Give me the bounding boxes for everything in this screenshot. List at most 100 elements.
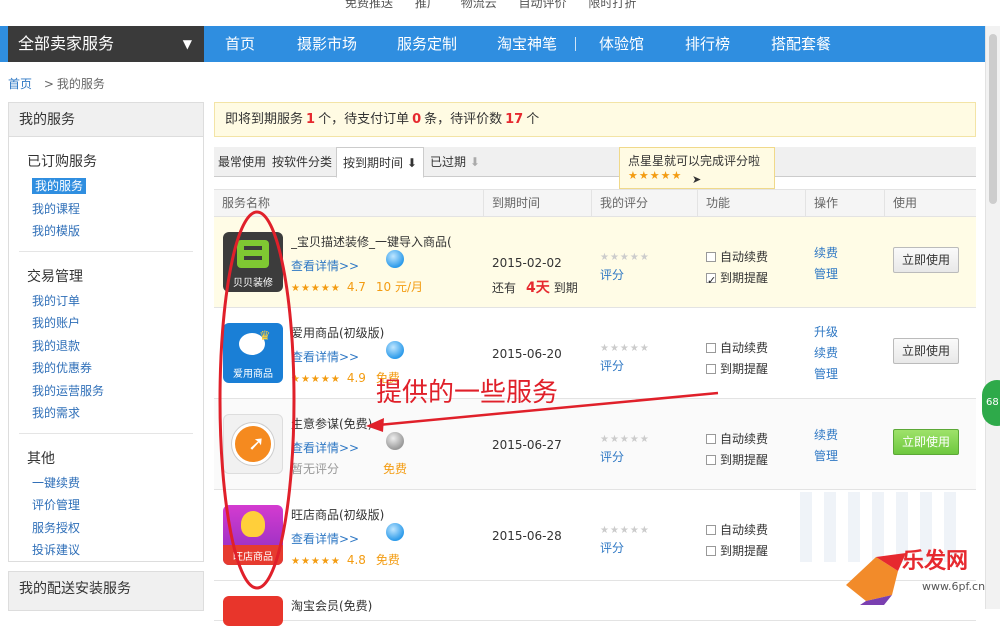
nav-home[interactable]: 首页 xyxy=(225,26,255,62)
nav-taobao-brush[interactable]: 淘宝神笔 xyxy=(497,26,557,62)
checkbox-icon[interactable] xyxy=(706,364,716,374)
tab-by-category[interactable]: 按软件分类 xyxy=(272,147,332,177)
breadcrumb-separator: > xyxy=(43,77,54,91)
expiry-reminder-checkbox[interactable]: 到期提醒 xyxy=(706,268,768,291)
sidebar-item-my-orders[interactable]: 我的订单 xyxy=(27,290,203,313)
checkbox-icon[interactable] xyxy=(706,546,716,556)
use-now-button[interactable]: 立即使用 xyxy=(893,247,959,273)
service-price: 免费 xyxy=(375,553,400,567)
nav-experience[interactable]: 体验馆 xyxy=(599,26,644,62)
service-name[interactable]: 爱用商品(初级版) xyxy=(291,324,471,341)
rate-link[interactable]: 评分 xyxy=(600,539,650,556)
expiry-reminder-checkbox[interactable]: 到期提醒 xyxy=(706,541,768,562)
nav-custom-service[interactable]: 服务定制 xyxy=(397,26,457,62)
qq-chat-icon[interactable] xyxy=(386,250,404,268)
my-rating: ★★★★★ 评分 xyxy=(600,340,650,374)
aiyong-logo: ♛ 爱用商品 xyxy=(223,323,283,383)
qq-chat-icon[interactable] xyxy=(386,523,404,541)
checkbox-icon[interactable] xyxy=(706,252,716,262)
my-rating-stars[interactable]: ★★★★★ xyxy=(600,525,650,536)
sidebar-item-reviews[interactable]: 评价管理 xyxy=(27,494,203,517)
view-details-link[interactable]: 查看详情>> xyxy=(291,257,359,274)
rate-link[interactable]: 评分 xyxy=(600,266,650,283)
expiry-reminder-checkbox[interactable]: 到期提醒 xyxy=(706,450,768,471)
service-rating: ★★★★★ 4.7 10 元/月 xyxy=(291,278,423,295)
top-link[interactable]: 限时打折 xyxy=(588,0,636,10)
view-details-link[interactable]: 查看详情>> xyxy=(291,348,359,365)
breadcrumb-home[interactable]: 首页 xyxy=(8,77,32,91)
manage-link[interactable]: 管理 xyxy=(814,446,838,467)
service-name[interactable]: 旺店商品(初级版) xyxy=(291,506,471,523)
side-badge[interactable]: 68 xyxy=(982,380,1000,426)
qq-chat-icon[interactable] xyxy=(386,341,404,359)
nav-photo-market[interactable]: 摄影市场 xyxy=(297,26,357,62)
sidebar-item-my-templates[interactable]: 我的模版 xyxy=(27,220,203,243)
expiring-count: 1 xyxy=(306,112,316,127)
use-now-button[interactable]: 立即使用 xyxy=(893,338,959,364)
watermark-url: www.6pf.cn xyxy=(922,580,986,593)
nav-divider xyxy=(575,37,576,51)
expiry-reminder-checkbox[interactable]: 到期提醒 xyxy=(706,359,768,380)
sidebar-item-complaints[interactable]: 投诉建议 xyxy=(27,539,203,562)
remain-days-count: 4天 xyxy=(526,280,550,296)
sidebar-item-my-operations[interactable]: 我的运营服务 xyxy=(27,380,203,403)
rate-link[interactable]: 评分 xyxy=(600,357,650,374)
view-details-link[interactable]: 查看详情>> xyxy=(291,439,359,456)
checkbox-icon[interactable] xyxy=(706,525,716,535)
column-expiry: 到期时间 xyxy=(483,190,540,217)
tab-by-expiry-label: 按到期时间 xyxy=(343,156,404,170)
top-link[interactable]: 免费推送 xyxy=(345,0,393,10)
service-name[interactable]: _宝贝描述装修_一键导入商品( xyxy=(291,233,471,250)
auto-renew-checkbox[interactable]: 自动续费 xyxy=(706,429,768,450)
auto-renew-checkbox[interactable]: 自动续费 xyxy=(706,520,768,541)
auto-renew-checkbox[interactable]: 自动续费 xyxy=(706,247,768,268)
sidebar-item-my-demands[interactable]: 我的需求 xyxy=(27,402,203,425)
sidebar-item-my-courses[interactable]: 我的课程 xyxy=(27,198,203,221)
wangdian-logo: 旺店商品 xyxy=(223,505,283,565)
renew-link[interactable]: 续费 xyxy=(814,243,838,264)
service-name[interactable]: 淘宝会员(免费) xyxy=(291,597,471,614)
top-link[interactable]: 推广 xyxy=(415,0,439,10)
manage-link[interactable]: 管理 xyxy=(814,264,838,285)
top-link[interactable]: 自动评价 xyxy=(519,0,567,10)
page-scrollbar[interactable] xyxy=(985,26,1000,609)
my-rating-stars[interactable]: ★★★★★ xyxy=(600,434,650,445)
sidebar-item-my-refunds[interactable]: 我的退款 xyxy=(27,335,203,358)
checkbox-icon[interactable] xyxy=(706,343,716,353)
service-name[interactable]: 生意参谋(免费) xyxy=(291,415,471,432)
tab-most-used[interactable]: 最常使用 xyxy=(218,147,266,177)
sidebar-item-my-account[interactable]: 我的账户 xyxy=(27,312,203,335)
nav-ranking[interactable]: 排行榜 xyxy=(685,26,730,62)
upgrade-link[interactable]: 升级 xyxy=(814,322,838,343)
checkbox-checked-icon[interactable] xyxy=(706,270,716,291)
rate-link[interactable]: 评分 xyxy=(600,448,650,465)
rating-stars: ★★★★★ xyxy=(291,556,341,567)
view-details-link[interactable]: 查看详情>> xyxy=(291,530,359,547)
qq-chat-offline-icon[interactable] xyxy=(386,432,404,450)
function-options: 自动续费 到期提醒 xyxy=(706,338,768,380)
tab-by-expiry[interactable]: 按到期时间 ⬇ xyxy=(336,147,424,178)
my-rating-stars[interactable]: ★★★★★ xyxy=(600,252,650,263)
tab-expired[interactable]: 已过期 ⬇ xyxy=(430,147,480,177)
all-sellers-dropdown[interactable]: 全部卖家服务 ▼ xyxy=(8,26,204,62)
nav-bundles[interactable]: 搭配套餐 xyxy=(771,26,831,62)
checkbox-icon[interactable] xyxy=(706,434,716,444)
sidebar-item-my-services[interactable]: 我的服务 xyxy=(27,175,203,198)
my-rating-stars[interactable]: ★★★★★ xyxy=(600,343,650,354)
use-now-button[interactable]: 立即使用 xyxy=(893,429,959,455)
renew-link[interactable]: 续费 xyxy=(814,343,838,364)
sidebar-item-my-coupons[interactable]: 我的优惠券 xyxy=(27,357,203,380)
auto-renew-checkbox[interactable]: 自动续费 xyxy=(706,338,768,359)
no-rating-text: 暂无评分 xyxy=(291,462,340,476)
renew-link[interactable]: 续费 xyxy=(814,425,838,446)
expiry-date: 2015-06-20 xyxy=(492,347,562,361)
manage-link[interactable]: 管理 xyxy=(814,364,838,385)
sidebar-divider xyxy=(19,432,193,434)
checkbox-icon[interactable] xyxy=(706,455,716,465)
top-link[interactable]: 物流云 xyxy=(461,0,497,10)
remain-suffix: 到期 xyxy=(553,281,578,295)
sidebar-divider xyxy=(19,250,193,252)
sidebar-item-renew[interactable]: 一键续费 xyxy=(27,472,203,495)
sidebar-item-authorization[interactable]: 服务授权 xyxy=(27,517,203,540)
scrollbar-thumb[interactable] xyxy=(989,34,997,204)
